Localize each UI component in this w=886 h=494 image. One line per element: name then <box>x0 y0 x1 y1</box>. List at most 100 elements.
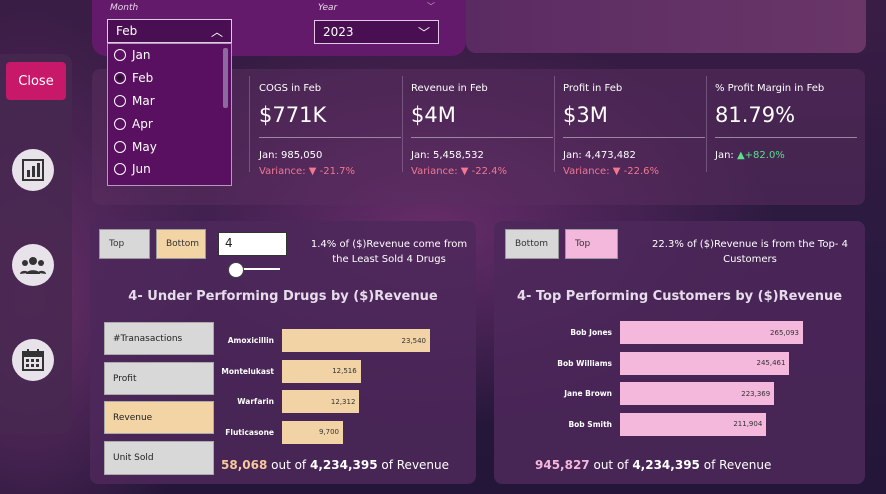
month-filter-label: Month <box>110 3 139 13</box>
chevron-up-icon: ︿ <box>210 24 223 39</box>
bar[interactable]: 265,093 <box>620 321 803 344</box>
bar-category-label: Bob Williams <box>557 358 612 368</box>
kpi-jan-value: Jan: 985,050 <box>259 150 323 161</box>
kpi-variance: Variance: ▼ -22.6% <box>563 166 709 177</box>
month-option-feb[interactable]: Feb <box>108 67 231 90</box>
kpi-value: $771K <box>259 103 327 127</box>
slider-handle[interactable] <box>228 262 244 278</box>
bar-value-label: 9,700 <box>318 428 339 436</box>
bar[interactable]: 245,461 <box>620 351 790 375</box>
bar-value-label: 223,369 <box>741 389 771 398</box>
kpi-profit-margin: % Profit Margin in Feb 81.79% Jan: ▲+82.… <box>715 83 861 161</box>
kpi-title: Revenue in Feb <box>411 83 488 94</box>
customers-chart-title: 4- Top Performing Customers by ($)Revenu… <box>516 289 843 304</box>
option-label: Jan <box>132 48 151 63</box>
jan-label: Jan: <box>715 150 737 161</box>
measure-profit[interactable]: Profit <box>104 362 214 395</box>
toggle-bottom[interactable]: Bottom <box>505 229 559 259</box>
kpi-jan-value: Jan: ▲+82.0% <box>715 150 861 161</box>
bar-category-label: Montelukast <box>221 366 274 376</box>
bar-category-label: Bob Smith <box>568 419 612 429</box>
drugs-note: 1.4% of ($)Revenue come from the Least S… <box>310 239 468 265</box>
radio-icon <box>114 140 126 153</box>
kpi-variance: Variance: ▼ -21.7% <box>259 166 405 177</box>
calendar-icon[interactable] <box>12 339 54 381</box>
kpi-cogs: COGS in Feb $771K Jan: 985,050 Variance:… <box>259 83 405 177</box>
scrollbar[interactable] <box>223 48 228 108</box>
footer-tail: of Revenue <box>699 458 772 472</box>
bar-value-label: 265,093 <box>770 328 799 337</box>
toggle-top[interactable]: Top <box>99 229 150 259</box>
kpi-value: 81.79% <box>715 103 796 127</box>
measure-transactions[interactable]: #Tranasactions <box>104 322 214 355</box>
kpi-title: COGS in Feb <box>259 83 322 94</box>
bar-category-label: Fluticasone <box>225 427 274 437</box>
year-filter-label: Year <box>318 3 338 13</box>
radio-selected-icon <box>114 72 126 85</box>
month-option-may[interactable]: May <box>108 135 231 158</box>
footer-total: 4,234,395 <box>309 458 378 472</box>
radio-icon <box>114 94 126 107</box>
variance-value: ▲+82.0% <box>736 150 785 161</box>
month-option-jun[interactable]: Jun <box>108 158 231 181</box>
footer-total: 4,234,395 <box>632 458 700 472</box>
bar-category-label: Amoxicillin <box>227 336 274 345</box>
bar[interactable]: 12,312 <box>282 390 360 413</box>
bar[interactable]: 23,540 <box>282 329 430 352</box>
month-option-jan[interactable]: Jan <box>108 44 231 67</box>
option-label: Apr <box>132 116 153 131</box>
kpi-variance: Variance: ▼ -22.4% <box>411 166 557 177</box>
kpi-separator <box>563 137 705 138</box>
bar[interactable]: 211,904 <box>620 412 767 436</box>
measure-revenue[interactable]: Revenue <box>104 401 214 434</box>
drugs-footer: 58,068 out of 4,234,395 of Revenue <box>221 458 449 472</box>
option-label: Mar <box>132 93 155 108</box>
variance-label: Variance: <box>411 166 461 177</box>
kpi-title: % Profit Margin in Feb <box>715 83 825 94</box>
option-label: Jun <box>132 162 151 177</box>
radio-icon <box>114 163 126 176</box>
footer-mid: out of <box>267 458 310 472</box>
month-select[interactable]: Feb ︿ <box>107 19 232 43</box>
variance-value: ▼ -22.6% <box>612 166 659 177</box>
bar-value-label: 23,540 <box>401 336 427 345</box>
bar-chart-icon[interactable] <box>12 149 54 191</box>
option-label: Feb <box>132 71 154 86</box>
bar[interactable]: 12,516 <box>282 359 361 383</box>
bar-value-label: 12,516 <box>332 367 357 375</box>
kpi-value: $4M <box>411 103 456 127</box>
month-select-value: Feb <box>116 24 138 38</box>
bar-value-label: 211,904 <box>733 420 763 428</box>
kpi-divider <box>249 76 250 172</box>
bar-category-label: Bob Jones <box>570 328 612 337</box>
kpi-title: Profit in Feb <box>563 83 623 94</box>
toggle-top[interactable]: Top <box>565 229 618 259</box>
kpi-separator <box>411 137 553 138</box>
bar[interactable]: 223,369 <box>620 382 775 405</box>
year-select[interactable]: 2023 ﹀ <box>314 20 439 44</box>
footer-value: 58,068 <box>221 458 268 472</box>
toggle-bottom[interactable]: Bottom <box>156 229 206 259</box>
n-input[interactable]: 4 <box>218 232 287 256</box>
chevron-down-icon: ﹀ <box>417 25 430 40</box>
kpi-separator <box>259 137 401 138</box>
close-button[interactable]: Close <box>6 62 66 100</box>
option-label: May <box>132 139 157 154</box>
measure-unit-sold[interactable]: Unit Sold <box>104 441 214 475</box>
customers-footer: 945,827 out of 4,234,395 of Revenue <box>535 458 771 472</box>
month-option-mar[interactable]: Mar <box>108 90 231 113</box>
year-select-value: 2023 <box>323 25 354 39</box>
kpi-jan-value: Jan: 4,473,482 <box>563 150 636 161</box>
kpi-jan-value: Jan: 5,458,532 <box>411 150 484 161</box>
variance-label: Variance: <box>259 166 309 177</box>
variance-value: ▼ -21.7% <box>308 166 355 177</box>
customers-note: 22.3% of ($)Revenue is from the Top- 4 C… <box>652 239 848 265</box>
bar-category-label: Jane Brown <box>564 389 612 398</box>
kpi-separator <box>715 137 857 138</box>
bar-category-label: Warfarin <box>237 397 274 406</box>
month-option-apr[interactable]: Apr <box>108 112 231 135</box>
variance-label: Variance: <box>563 166 613 177</box>
bar[interactable]: 9,700 <box>282 420 343 444</box>
drugs-chart-title: 4- Under Performing Drugs by ($)Revenue <box>128 289 438 304</box>
people-icon[interactable] <box>12 244 54 286</box>
